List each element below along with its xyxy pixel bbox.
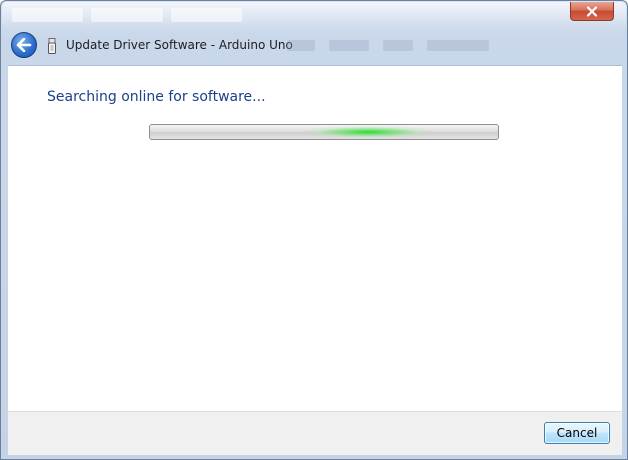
- usb-device-icon: [48, 38, 56, 54]
- back-arrow-icon: [16, 38, 32, 52]
- page-title: Searching online for software...: [47, 89, 266, 105]
- wizard-footer: Cancel: [8, 411, 622, 455]
- close-button[interactable]: [570, 2, 614, 21]
- wizard-content: Searching online for software...: [8, 65, 622, 411]
- wizard-header: Update Driver Software - Arduino Uno: [7, 29, 623, 65]
- search-progress-bar: [149, 124, 499, 140]
- background-menu-shadow: [287, 40, 489, 51]
- driver-update-window: Update Driver Software - Arduino Uno Sea…: [0, 0, 628, 460]
- progress-indicator: [303, 126, 433, 138]
- back-button[interactable]: [11, 32, 37, 58]
- window-title: Update Driver Software - Arduino Uno: [66, 38, 293, 52]
- close-icon: [586, 5, 598, 17]
- title-bar[interactable]: [2, 2, 626, 28]
- background-tabs: [12, 8, 242, 22]
- cancel-button[interactable]: Cancel: [544, 422, 610, 444]
